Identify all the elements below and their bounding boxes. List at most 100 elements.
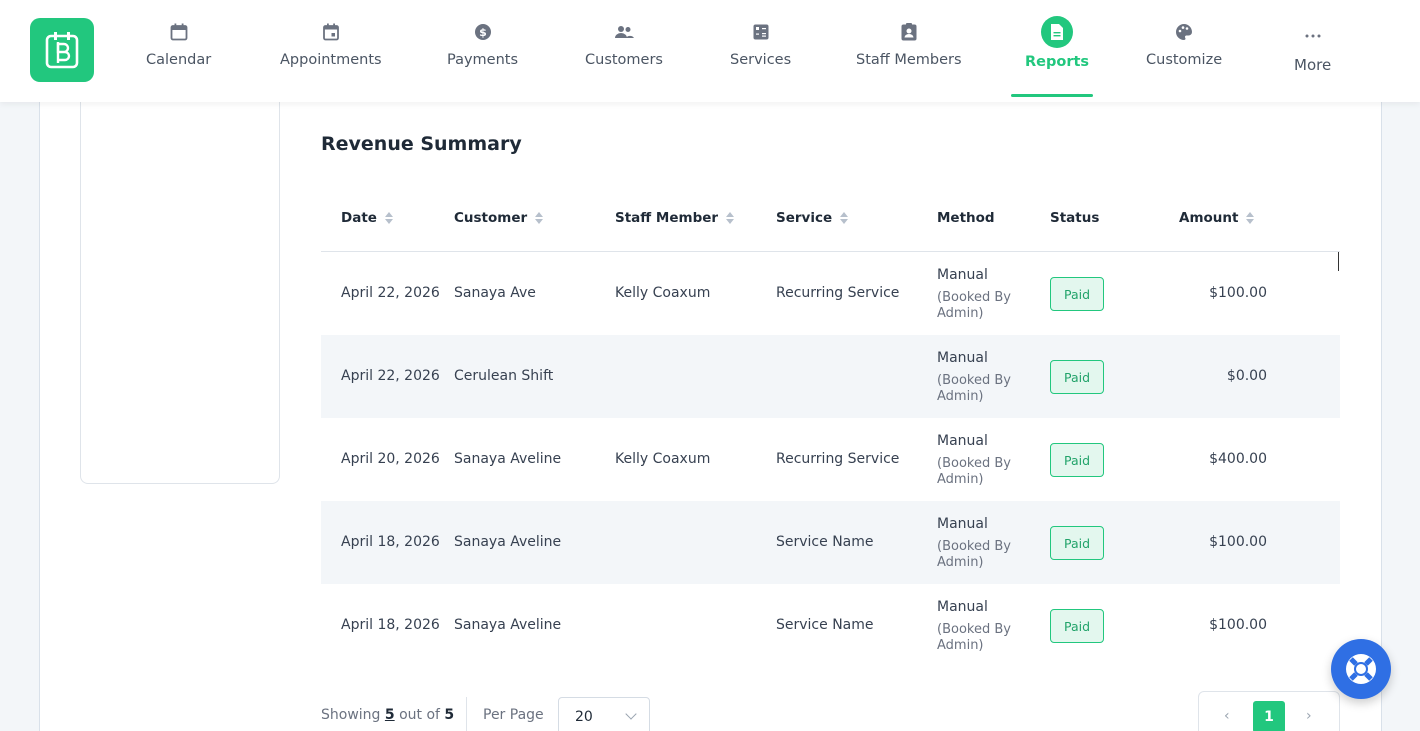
- column-header-method: Method: [937, 210, 995, 226]
- cell-method: Manual: [937, 516, 988, 532]
- cell-method: Manual: [937, 433, 988, 449]
- nav-more[interactable]: More: [1294, 22, 1331, 74]
- sort-icon: [1246, 212, 1255, 224]
- cell-date: April 18, 2026: [341, 534, 440, 550]
- palette-icon: [1170, 18, 1198, 46]
- prev-page-button[interactable]: ‹: [1224, 708, 1230, 724]
- nav-label: Customize: [1146, 52, 1223, 68]
- nav-label: Reports: [1025, 54, 1090, 70]
- dollar-icon: $: [469, 18, 497, 46]
- app-logo[interactable]: [30, 18, 94, 82]
- status-badge: Paid: [1050, 360, 1104, 394]
- cell-customer: Sanaya Aveline: [454, 534, 562, 550]
- per-page-select[interactable]: 20: [558, 697, 650, 731]
- column-header-label: Amount: [1179, 210, 1239, 226]
- status-badge: Paid: [1050, 609, 1104, 643]
- cell-method-note: (Booked By Admin): [937, 539, 1011, 570]
- column-header-service[interactable]: Service: [776, 210, 849, 226]
- cell-amount: $100.00: [1209, 285, 1267, 301]
- next-page-button[interactable]: ›: [1306, 708, 1312, 724]
- table-row[interactable]: April 22, 2026 Sanaya Ave Kelly Coaxum R…: [321, 252, 1340, 335]
- cell-customer: Sanaya Aveline: [454, 451, 562, 467]
- nav-staff-members[interactable]: Staff Members: [856, 18, 962, 68]
- cell-customer: Sanaya Aveline: [454, 617, 562, 633]
- calendar-check-icon: [317, 18, 345, 46]
- column-header-date[interactable]: Date: [341, 210, 393, 226]
- id-badge-icon: [895, 18, 923, 46]
- column-header-label: Status: [1050, 210, 1100, 226]
- cell-amount: $400.00: [1209, 451, 1267, 467]
- cell-date: April 22, 2026: [341, 368, 440, 384]
- showing-summary: Showing 5 out of 5: [321, 707, 454, 723]
- nav-payments[interactable]: $ Payments: [447, 18, 518, 68]
- active-tab-indicator: [1011, 94, 1093, 97]
- nav-calendar[interactable]: Calendar: [146, 18, 211, 68]
- sort-icon: [726, 212, 735, 224]
- nav-label: Services: [730, 52, 792, 68]
- showing-total: 5: [444, 707, 455, 723]
- report-filter-panel: [80, 96, 280, 484]
- cell-staff: Kelly Coaxum: [615, 451, 711, 467]
- column-header-label: Staff Member: [615, 210, 719, 226]
- svg-text:$: $: [479, 26, 487, 39]
- cell-method: Manual: [937, 350, 988, 366]
- pagination: ‹ 1 ›: [1198, 691, 1340, 731]
- cell-service: Recurring Service: [776, 451, 900, 467]
- nav-customers[interactable]: Customers: [585, 18, 663, 68]
- cell-method-note: (Booked By Admin): [937, 373, 1011, 404]
- calculator-icon: [747, 18, 775, 46]
- status-badge: Paid: [1050, 277, 1104, 311]
- column-header-label: Method: [937, 210, 995, 226]
- showing-prefix: Showing: [321, 707, 381, 723]
- users-icon: [610, 18, 638, 46]
- cell-customer: Sanaya Ave: [454, 285, 536, 301]
- status-badge: Paid: [1050, 526, 1104, 560]
- per-page-value: 20: [575, 709, 593, 725]
- showing-count: 5: [384, 707, 395, 723]
- cell-method-note: (Booked By Admin): [937, 622, 1011, 653]
- cell-date: April 22, 2026: [341, 285, 440, 301]
- help-button[interactable]: [1331, 639, 1391, 699]
- cell-staff: Kelly Coaxum: [615, 285, 711, 301]
- column-header-amount[interactable]: Amount: [1179, 210, 1255, 226]
- cell-customer: Cerulean Shift: [454, 368, 554, 384]
- nav-label: Payments: [447, 52, 519, 68]
- calendar-icon: [165, 18, 193, 46]
- column-header-staff-member[interactable]: Staff Member: [615, 210, 735, 226]
- cell-amount: $0.00: [1226, 368, 1267, 384]
- nav-label: Calendar: [146, 52, 212, 68]
- per-page-label: Per Page: [483, 707, 544, 723]
- table-row[interactable]: April 18, 2026 Sanaya Aveline Service Na…: [321, 501, 1340, 584]
- column-header-customer[interactable]: Customer: [454, 210, 544, 226]
- nav-label: Customers: [585, 52, 663, 68]
- sort-icon: [535, 212, 544, 224]
- nav-services[interactable]: Services: [730, 18, 791, 68]
- current-page-button[interactable]: 1: [1253, 701, 1285, 731]
- dots-icon: [1299, 22, 1327, 50]
- sort-icon: [384, 212, 393, 224]
- cell-method-note: (Booked By Admin): [937, 456, 1011, 487]
- cell-method: Manual: [937, 599, 988, 615]
- cell-service: Service Name: [776, 617, 874, 633]
- column-header-label: Customer: [454, 210, 528, 226]
- table-row[interactable]: April 18, 2026 Sanaya Aveline Service Na…: [321, 584, 1340, 667]
- cell-amount: $100.00: [1209, 617, 1267, 633]
- showing-mid: out of: [399, 707, 440, 723]
- table-row[interactable]: April 20, 2026 Sanaya Aveline Kelly Coax…: [321, 418, 1340, 501]
- nav-customize[interactable]: Customize: [1146, 18, 1222, 68]
- column-header-label: Date: [341, 210, 377, 226]
- cell-method: Manual: [937, 267, 988, 283]
- sort-icon: [840, 212, 849, 224]
- nav-label: Appointments: [280, 52, 382, 68]
- top-navigation: Calendar Appointments $ Payments Custome…: [0, 0, 1420, 102]
- column-header-status: Status: [1050, 210, 1099, 226]
- nav-appointments[interactable]: Appointments: [280, 18, 382, 68]
- column-header-label: Service: [776, 210, 833, 226]
- report-title: Revenue Summary: [321, 133, 522, 155]
- table-row[interactable]: April 22, 2026 Cerulean Shift Manual (Bo…: [321, 335, 1340, 418]
- chevron-down-icon: [625, 708, 637, 720]
- cell-method-note: (Booked By Admin): [937, 290, 1011, 321]
- cell-date: April 18, 2026: [341, 617, 440, 633]
- nav-reports[interactable]: Reports: [1025, 16, 1090, 70]
- cell-amount: $100.00: [1209, 534, 1267, 550]
